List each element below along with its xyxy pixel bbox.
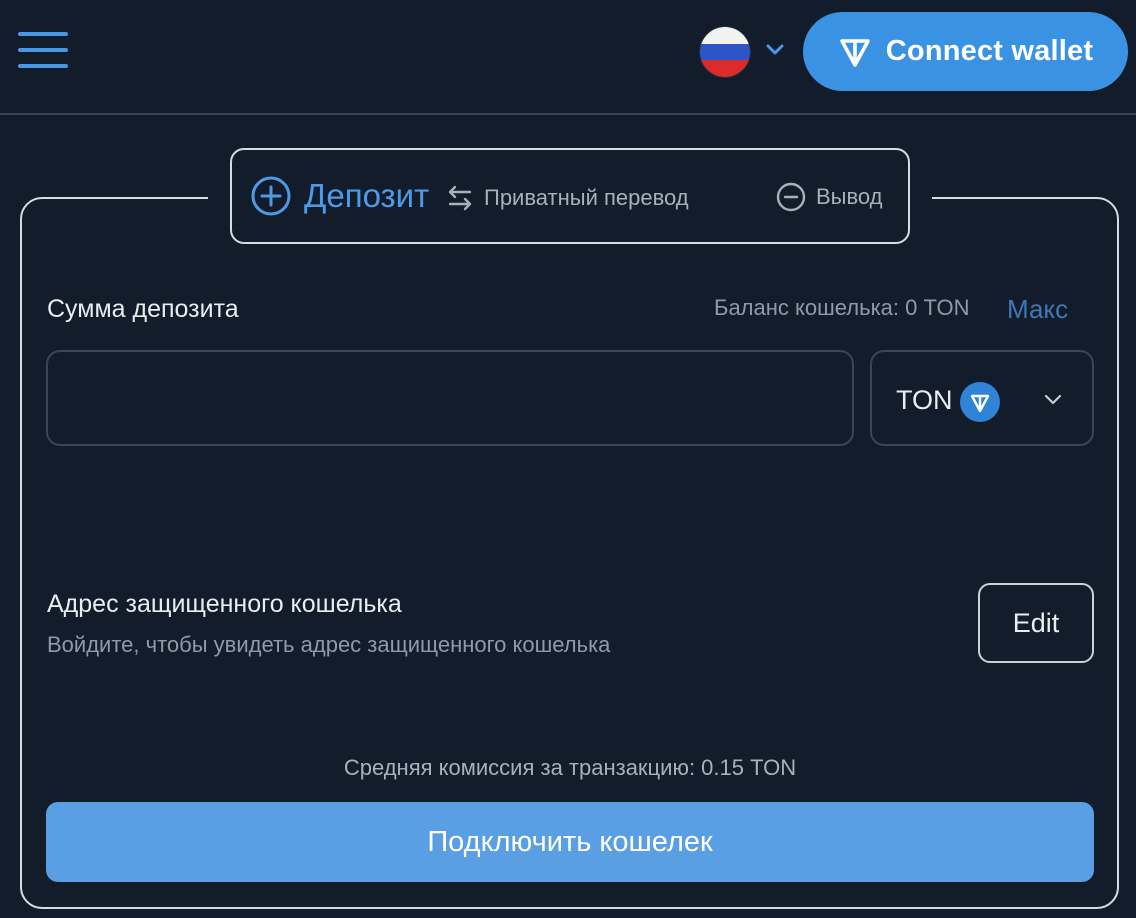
app-root: Connect wallet Депозит Приватный перевод xyxy=(0,0,1136,918)
tab-deposit[interactable]: Депозит xyxy=(250,174,429,218)
wallet-balance: Баланс кошелька: 0 TON xyxy=(714,295,970,320)
connect-wallet-submit-button[interactable]: Подключить кошелек xyxy=(46,802,1094,882)
tab-deposit-label: Депозит xyxy=(304,177,430,214)
ton-logo-icon xyxy=(839,38,870,67)
shielded-address-title: Адрес защищенного кошелька xyxy=(47,590,402,618)
tab-private-transfer-label: Приватный перевод xyxy=(484,185,689,210)
max-amount-link[interactable]: Макс xyxy=(1007,294,1068,325)
tab-withdraw-label: Вывод xyxy=(816,184,883,209)
top-bar: Connect wallet xyxy=(0,0,1136,115)
russia-flag-icon xyxy=(700,27,750,77)
connect-wallet-button[interactable]: Connect wallet xyxy=(803,12,1128,91)
shielded-address-hint: Войдите, чтобы увидеть адрес защищенного… xyxy=(47,632,611,657)
amount-label: Сумма депозита xyxy=(47,295,239,323)
ton-coin-icon xyxy=(960,382,1000,422)
token-select[interactable]: TON xyxy=(870,350,1094,446)
amount-input[interactable] xyxy=(46,350,854,446)
hamburger-menu-icon[interactable] xyxy=(18,30,68,70)
connect-wallet-label: Connect wallet xyxy=(885,35,1094,67)
plus-circle-icon xyxy=(251,176,291,216)
tab-withdraw[interactable]: Вывод xyxy=(776,182,883,212)
swap-arrows-icon xyxy=(448,185,472,211)
tab-private-transfer[interactable]: Приватный перевод xyxy=(446,183,689,213)
minus-circle-icon xyxy=(776,182,806,212)
token-symbol: TON xyxy=(896,385,953,415)
chevron-down-icon xyxy=(1044,394,1062,405)
average-fee-label: Средняя комиссия за транзакцию: 0.15 TON xyxy=(343,755,797,780)
language-selector[interactable] xyxy=(700,27,788,79)
mode-tabs: Депозит Приватный перевод Вывод xyxy=(230,148,910,244)
edit-address-button[interactable]: Edit xyxy=(978,583,1094,663)
chevron-down-icon xyxy=(766,44,784,55)
